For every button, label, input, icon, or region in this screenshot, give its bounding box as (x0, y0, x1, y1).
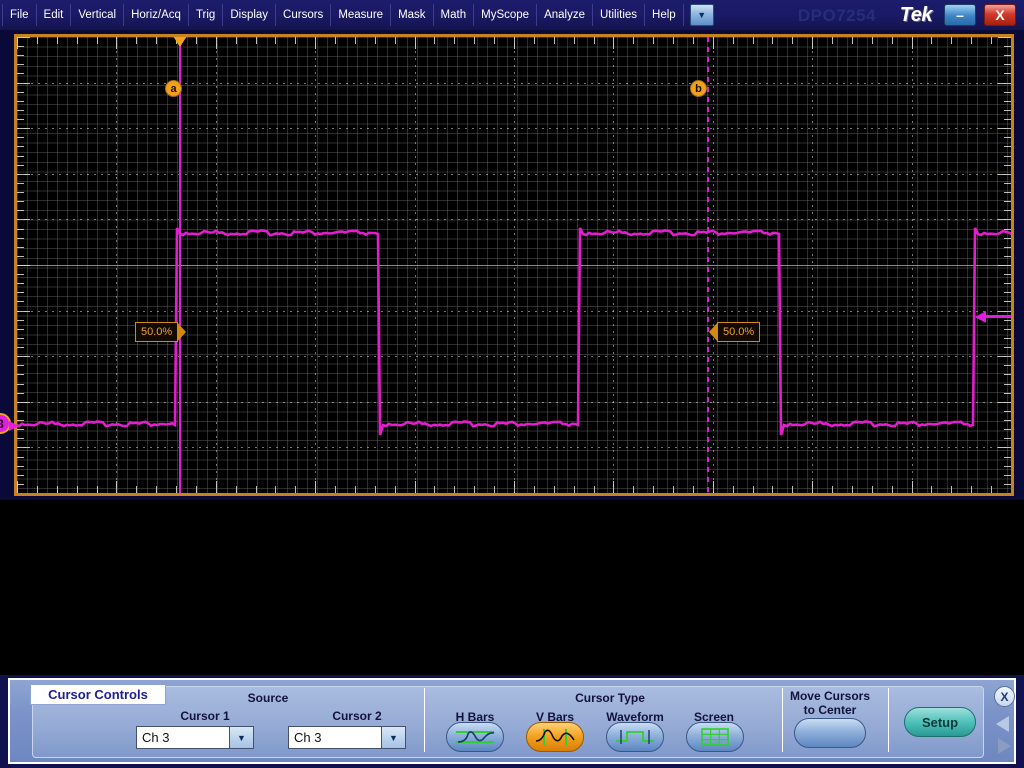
move-cursors-label-line2: to Center (803, 703, 857, 717)
menu-item-vertical[interactable]: Vertical (71, 4, 125, 26)
minimize-icon: – (956, 7, 964, 23)
cursor2-source-value[interactable]: Ch 3 (288, 726, 382, 749)
chevron-down-icon: ▼ (697, 10, 707, 20)
source-group-label: Source (247, 691, 289, 705)
cursor-b-handle[interactable]: b (690, 80, 707, 97)
cursor-b-percent-label: 50.0% (723, 326, 755, 338)
waveform-cursor-icon (616, 730, 654, 744)
graticule-inner: a b 50.0% 50.0% (17, 37, 1011, 493)
cursor1-source-select[interactable]: Ch 3 ▼ (136, 726, 254, 749)
cursor-a-line[interactable] (179, 37, 181, 493)
cursor-a-percent-label: 50.0% (141, 326, 173, 338)
menu-item-myscope[interactable]: MyScope (474, 4, 538, 26)
menu-item-cursors[interactable]: Cursors (276, 4, 332, 26)
v-bars-button[interactable] (526, 722, 584, 752)
panel-title-label: Cursor Controls (48, 687, 148, 702)
menu-item-utilities[interactable]: Utilities (593, 4, 646, 26)
oscilloscope-app: File Edit Vertical Horiz/Acq Trig Display Curs… (0, 0, 1024, 768)
cursor-type-group-label: Cursor Type (575, 691, 645, 705)
close-button[interactable]: X (984, 4, 1016, 26)
cursor1-dropdown-icon[interactable]: ▼ (230, 726, 254, 749)
menu-item-trig[interactable]: Trig (189, 4, 224, 26)
menu-overflow-button[interactable]: ▼ (689, 4, 714, 26)
channel-3-position-handle[interactable]: 3 (0, 413, 19, 434)
menu-item-help[interactable]: Help (645, 4, 684, 26)
h-bars-icon (456, 731, 495, 743)
panel-close-icon: X (1000, 689, 1009, 704)
cursor-b-label: b (695, 82, 702, 95)
cursor1-label: Cursor 1 (180, 709, 230, 723)
scope-display-area[interactable]: a b 50.0% 50.0% 3 (0, 30, 1024, 500)
menu-item-measure[interactable]: Measure (331, 4, 392, 26)
panel-close-button[interactable]: X (994, 686, 1015, 707)
menu-item-edit[interactable]: Edit (37, 4, 72, 26)
trigger-level-marker[interactable] (975, 311, 1011, 323)
menu-item-mask[interactable]: Mask (391, 4, 434, 26)
menu-item-file[interactable]: File (2, 4, 37, 26)
trigger-position-marker[interactable] (173, 37, 187, 47)
panel-prev-icon[interactable] (996, 716, 1009, 732)
model-number: DPO7254 (797, 6, 876, 25)
setup-button[interactable]: Setup (904, 707, 976, 737)
menu-item-horiz-acq[interactable]: Horiz/Acq (124, 4, 189, 26)
graticule-frame[interactable]: a b 50.0% 50.0% (14, 34, 1014, 496)
tek-logo: Tek (899, 4, 933, 26)
menu-item-analyze[interactable]: Analyze (537, 4, 593, 26)
move-cursors-label-line1: Move Cursors (789, 689, 871, 703)
close-icon: X (995, 7, 1005, 23)
cursor-b-line[interactable] (707, 37, 709, 493)
screen-cursor-icon (701, 728, 729, 746)
menu-item-display[interactable]: Display (223, 4, 277, 26)
panel-next-icon[interactable] (998, 738, 1011, 754)
minimize-button[interactable]: – (944, 4, 976, 26)
cursor2-dropdown-icon[interactable]: ▼ (382, 726, 406, 749)
waveform-trace-c3 (17, 37, 1011, 493)
panel-divider-3 (888, 688, 889, 752)
readout-area: C3 800mV/div 50Ω BW:2.5G t1-5.0nst22.626… (0, 500, 1024, 675)
waveform-cursor-button[interactable] (606, 722, 664, 752)
panel-divider-1 (424, 688, 425, 752)
channel-handle-label: 3 (0, 416, 4, 431)
panel-title-cursor-controls[interactable]: Cursor Controls (30, 684, 166, 705)
cursor-a-percent-badge: 50.0% (135, 322, 187, 342)
cursor-a-handle[interactable]: a (165, 80, 182, 97)
cursor-b-percent-badge: 50.0% (708, 322, 761, 342)
move-cursors-to-center-button[interactable] (794, 718, 866, 748)
h-bars-button[interactable] (446, 722, 504, 752)
v-bars-icon (535, 729, 575, 745)
cursor2-label: Cursor 2 (332, 709, 382, 723)
cursor2-source-select[interactable]: Ch 3 ▼ (288, 726, 406, 749)
cursor1-source-value[interactable]: Ch 3 (136, 726, 230, 749)
setup-label: Setup (921, 714, 959, 730)
menu-item-math[interactable]: Math (434, 4, 475, 26)
screen-cursor-button[interactable] (686, 722, 744, 752)
panel-nav-column: X (990, 680, 1020, 764)
cursor-a-label: a (170, 82, 177, 95)
